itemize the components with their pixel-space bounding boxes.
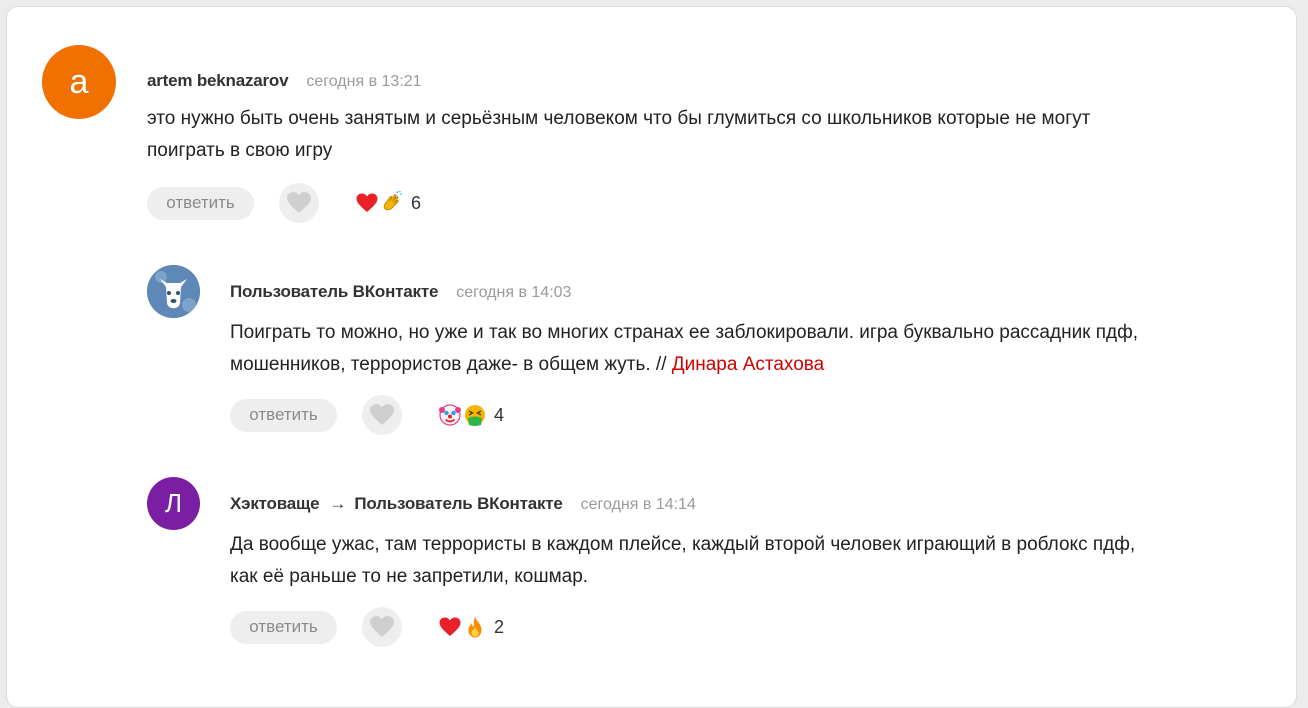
vk-dog-avatar-icon xyxy=(147,265,200,318)
heart-outline-icon xyxy=(370,616,394,637)
author-name[interactable]: artem beknazarov xyxy=(147,71,289,91)
heart-outline-icon xyxy=(287,192,311,213)
timestamp[interactable]: сегодня в 13:21 xyxy=(306,73,421,91)
like-button[interactable] xyxy=(362,607,402,647)
clap-icon xyxy=(383,191,402,211)
avatar-letter: a xyxy=(69,62,89,101)
comment-text: это нужно быть очень занятым и серьёзным… xyxy=(147,103,1090,167)
comment-actions: ответить 6 xyxy=(147,183,421,223)
reply-button[interactable]: ответить xyxy=(147,186,254,220)
comment-header: Пользователь ВКонтакте сегодня в 14:03 xyxy=(230,282,571,302)
heart-outline-icon xyxy=(370,404,394,425)
reaction-count: 2 xyxy=(494,616,505,637)
comment-text-line: поиграть в свою игру xyxy=(147,140,333,161)
reaction-count: 4 xyxy=(494,404,505,425)
comment-text-fragment: мошенников, террористов даже- в общем жу… xyxy=(230,354,672,375)
comment-actions: ответить 4 xyxy=(230,395,504,435)
reactions[interactable]: 2 xyxy=(438,615,504,639)
mention-link[interactable]: Динара Астахова xyxy=(672,354,824,375)
avatar[interactable]: Л xyxy=(147,477,200,530)
comment-header: Хэктоваще → Пользователь ВКонтакте сегод… xyxy=(230,494,696,514)
comment-header: artem beknazarov сегодня в 13:21 xyxy=(147,71,422,91)
reactions[interactable]: 6 xyxy=(355,191,421,215)
clown-icon xyxy=(439,404,461,426)
timestamp[interactable]: сегодня в 14:03 xyxy=(456,284,571,302)
comment-text-line: Поиграть то можно, но уже и так во многи… xyxy=(230,322,1139,343)
avatar-letter: Л xyxy=(164,488,183,518)
like-button[interactable] xyxy=(279,183,319,223)
comment-text-line: это нужно быть очень занятым и серьёзным… xyxy=(147,108,1091,129)
comment-text: Да вообще ужас, там террористы в каждом … xyxy=(230,529,1135,593)
comments-panel: a artem beknazarov сегодня в 13:21 это н… xyxy=(6,6,1297,708)
avatar[interactable]: a xyxy=(42,45,116,119)
timestamp[interactable]: сегодня в 14:14 xyxy=(581,496,696,514)
author-name[interactable]: Пользователь ВКонтакте xyxy=(230,282,438,302)
reactions[interactable]: 4 xyxy=(438,403,504,427)
nauseated-face-icon xyxy=(465,405,485,426)
reply-to-name[interactable]: Пользователь ВКонтакте xyxy=(354,494,562,514)
reply-arrow-icon: → xyxy=(329,494,347,513)
comment-text: Поиграть то можно, но уже и так во многи… xyxy=(230,317,1138,381)
comment-actions: ответить 2 xyxy=(230,607,504,647)
comment-text-line: Да вообще ужас, там террористы в каждом … xyxy=(230,534,1136,555)
avatar[interactable] xyxy=(147,265,200,318)
heart-icon xyxy=(439,617,461,636)
comment-text-line: как её раньше то не запретили, кошмар. xyxy=(230,566,589,587)
reply-button[interactable]: ответить xyxy=(230,610,337,644)
reply-button[interactable]: ответить xyxy=(230,398,337,432)
comment-text-line-2: мошенников, террористов даже- в общем жу… xyxy=(230,349,1138,381)
heart-icon xyxy=(356,193,378,212)
author-name[interactable]: Хэктоваще xyxy=(230,494,320,514)
like-button[interactable] xyxy=(362,395,402,435)
fire-icon xyxy=(468,616,482,638)
reaction-count: 6 xyxy=(411,192,422,213)
